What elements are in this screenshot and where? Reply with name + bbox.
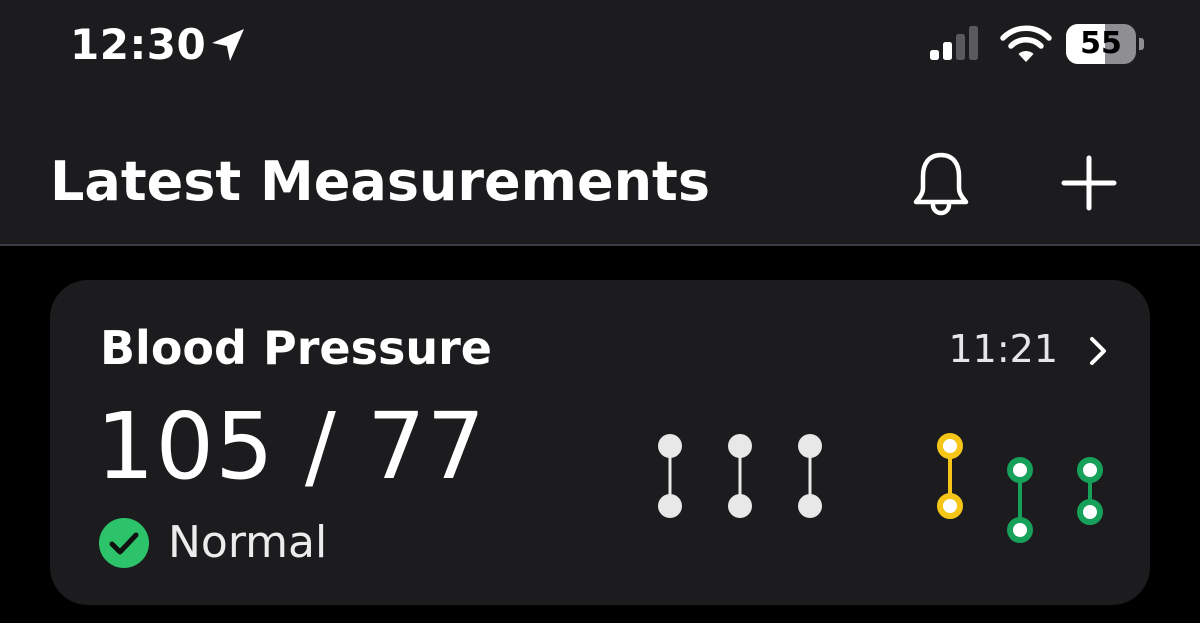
location-arrow-icon (212, 29, 244, 61)
reading-high-point (658, 434, 682, 458)
reading-mark (728, 434, 752, 518)
reading-low-point (728, 494, 752, 518)
reading-low-point (1007, 517, 1033, 543)
check-circle-icon (99, 518, 149, 568)
card-title: Blood Pressure (100, 321, 492, 375)
reading-low-point (798, 494, 822, 518)
blood-pressure-card[interactable]: Blood Pressure 11:21 105 / 77 Normal (50, 280, 1150, 605)
status-time: 12:30 (70, 20, 207, 69)
reading-mark (658, 434, 682, 518)
reading-mark (937, 433, 963, 519)
plus-icon[interactable] (1058, 152, 1120, 214)
reading-mark (1007, 457, 1033, 543)
reading-high-point (728, 434, 752, 458)
reading-high-point (937, 433, 963, 459)
bell-icon[interactable] (906, 150, 976, 216)
signal-bar (943, 42, 952, 60)
screen: 12:30 55 Latest Measurements Blood Press… (0, 0, 1200, 623)
reading-high-point (1077, 457, 1103, 483)
blood-pressure-value: 105 / 77 (96, 393, 487, 500)
reading-history-chart (658, 433, 1103, 543)
signal-bar (956, 34, 965, 60)
battery-indicator: 55 (1066, 24, 1136, 64)
wifi-icon (1000, 25, 1052, 62)
reading-high-point (1007, 457, 1033, 483)
chevron-right-icon[interactable] (1088, 335, 1108, 367)
signal-bar (969, 26, 978, 60)
battery-percent: 55 (1080, 26, 1122, 61)
cellular-signal-icon (930, 26, 978, 60)
status-label: Normal (168, 517, 328, 568)
signal-bar (930, 50, 939, 60)
reading-mark (798, 434, 822, 518)
app-header: 12:30 55 Latest Measurements (0, 0, 1200, 245)
reading-low-point (1077, 499, 1103, 525)
reading-high-point (798, 434, 822, 458)
reading-low-point (658, 494, 682, 518)
reading-mark (1077, 457, 1103, 525)
reading-low-point (937, 493, 963, 519)
header-divider (0, 244, 1200, 246)
battery-tip (1139, 38, 1144, 50)
page-title: Latest Measurements (50, 150, 710, 213)
measurement-time: 11:21 (948, 327, 1058, 371)
